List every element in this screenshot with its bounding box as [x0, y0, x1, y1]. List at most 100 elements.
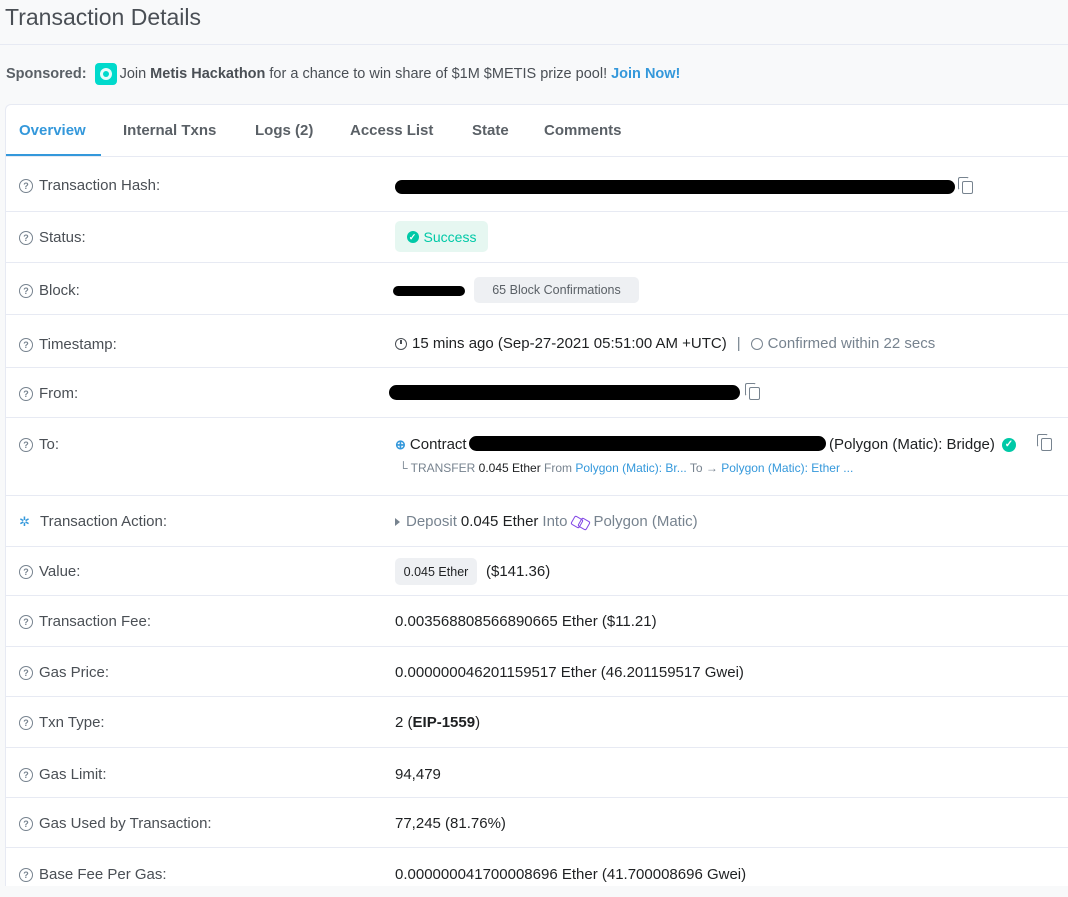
timestamp-value: 15 mins ago (Sep-27-2021 05:51:00 AM +UT…	[412, 335, 727, 352]
transfer-from-link[interactable]: Polygon (Matic): Br...	[575, 461, 686, 475]
active-tab-indicator	[6, 154, 101, 156]
tab-access-list[interactable]: Access List	[350, 122, 433, 139]
status-value: Success	[423, 228, 477, 245]
help-icon[interactable]: ?	[19, 337, 33, 352]
transfer-from-label: From	[544, 461, 573, 475]
value-amount-badge: 0.045 Ether	[395, 558, 477, 585]
gas-price-label: Gas Price:	[39, 664, 110, 681]
clock-icon	[395, 337, 407, 350]
gas-used-value: 77,245 (81.76%)	[395, 815, 506, 832]
row-to: ? To: ⊕ Contract (Polygon (Matic): Bridge…	[6, 417, 1068, 496]
to-address-redacted[interactable]	[469, 436, 826, 451]
join-now-link[interactable]: Join Now!	[611, 66, 680, 82]
row-status: ? Status: ✓ Success	[6, 211, 1068, 263]
action-target: Polygon (Matic)	[593, 513, 698, 530]
transfer-to-label: To →	[689, 461, 718, 475]
help-icon[interactable]: ?	[19, 386, 33, 401]
help-icon[interactable]: ?	[19, 230, 33, 245]
tab-logs[interactable]: Logs (2)	[255, 122, 313, 139]
gas-used-label: Gas Used by Transaction:	[39, 815, 212, 832]
transfer-to-link[interactable]: Polygon (Matic): Ether ...	[721, 461, 853, 475]
row-transaction-fee: ? Transaction Fee: 0.003568808566890665 E…	[6, 595, 1068, 647]
status-label: Status:	[39, 229, 86, 246]
timestamp-label: Timestamp:	[39, 336, 117, 353]
check-circle-icon: ✓	[406, 230, 419, 243]
gas-limit-value: 94,479	[395, 766, 441, 783]
help-icon[interactable]: ?	[19, 715, 33, 730]
base-fee-value: 0.000000041700008696 Ether (41.700008696…	[395, 866, 747, 883]
sponsored-label: Sponsored:	[6, 66, 87, 82]
value-label: Value:	[39, 563, 81, 580]
txn-type-label: Txn Type:	[39, 714, 105, 731]
row-txn-type: ? Txn Type: 2 (EIP-1559)	[6, 696, 1068, 748]
copy-icon[interactable]	[1037, 434, 1052, 451]
lightbulb-icon: ✲	[19, 513, 30, 529]
page-title: Transaction Details	[5, 4, 202, 30]
copy-icon[interactable]	[745, 383, 760, 400]
row-base-fee: ? Base Fee Per Gas: 0.000000041700008696 …	[6, 847, 1068, 897]
verified-icon: ✓	[1001, 437, 1016, 452]
row-value: ? Value: 0.045 Ether ($141.36)	[6, 546, 1068, 596]
help-icon[interactable]: ?	[19, 283, 33, 298]
help-icon[interactable]: ?	[19, 867, 33, 882]
sponsored-banner: Sponsored: Join Metis Hackathon for a ch…	[6, 62, 680, 86]
row-block: ? Block: 65 Block Confirmations	[6, 262, 1068, 315]
help-icon[interactable]: ?	[19, 816, 33, 831]
tab-comments[interactable]: Comments	[544, 122, 622, 139]
action-verb: Deposit	[406, 513, 457, 530]
row-timestamp: ? Timestamp: 15 mins ago (Sep-27-2021 05:…	[6, 314, 1068, 368]
transfer-amount: 0.045 Ether	[478, 461, 541, 475]
help-icon[interactable]: ?	[19, 767, 33, 782]
help-icon[interactable]: ?	[19, 178, 33, 193]
title-divider	[0, 44, 1068, 45]
help-icon[interactable]: ?	[19, 665, 33, 680]
transfer-prefix: └ TRANSFER	[399, 461, 476, 475]
timestamp-separator: |	[736, 335, 741, 352]
row-transaction-action: ✲ Transaction Action: Deposit 0.045 Ether…	[6, 495, 1068, 547]
help-icon[interactable]: ?	[19, 564, 33, 579]
txn-type-prefix: 2 (	[395, 714, 413, 731]
value-usd: ($141.36)	[486, 563, 551, 580]
action-into: Into	[542, 513, 568, 530]
metis-logo-icon	[94, 63, 117, 85]
row-from: ? From:	[6, 367, 1068, 418]
block-confirmations-badge: 65 Block Confirmations	[474, 277, 639, 303]
polygon-logo-icon	[572, 515, 590, 529]
sponsor-text-after: for a chance to win share of $1M $METIS …	[269, 66, 608, 82]
contract-name: (Polygon (Matic): Bridge)	[829, 436, 995, 453]
action-amount: 0.045 Ether	[460, 513, 539, 530]
row-gas-used: ? Gas Used by Transaction: 77,245 (81.76%…	[6, 797, 1068, 848]
copy-icon[interactable]	[958, 177, 973, 194]
status-badge: ✓ Success	[395, 221, 488, 252]
token-transfer-line: └ TRANSFER 0.045 Ether From Polygon (Mat…	[399, 461, 853, 475]
transaction-hash-label: Transaction Hash:	[39, 177, 161, 194]
caret-right-icon[interactable]	[395, 517, 400, 526]
base-fee-label: Base Fee Per Gas:	[39, 866, 167, 883]
transaction-fee-label: Transaction Fee:	[39, 613, 151, 630]
transaction-hash-redacted	[395, 180, 955, 194]
row-gas-limit: ? Gas Limit: 94,479	[6, 747, 1068, 798]
magnifier-icon: ⊕	[395, 436, 406, 452]
confirmed-within: Confirmed within 22 secs	[767, 335, 936, 352]
tab-state[interactable]: State	[472, 122, 509, 139]
block-label: Block:	[39, 282, 80, 299]
transaction-fee-value: 0.003568808566890665 Ether ($11.21)	[395, 613, 657, 630]
transaction-action-label: Transaction Action:	[40, 513, 168, 530]
block-number-redacted[interactable]	[393, 286, 465, 296]
tab-bar: Overview Internal Txns Logs (2) Access L…	[6, 105, 1068, 157]
tab-internal-txns[interactable]: Internal Txns	[123, 122, 216, 139]
txn-type-eip: EIP-1559	[412, 714, 476, 731]
from-label: From:	[39, 385, 79, 402]
sponsor-bold-text: Metis Hackathon	[150, 66, 266, 82]
transaction-card: Overview Internal Txns Logs (2) Access L…	[5, 104, 1068, 886]
to-label: To:	[39, 436, 60, 453]
contract-prefix: Contract	[409, 436, 467, 453]
tab-overview[interactable]: Overview	[19, 122, 86, 139]
from-address-redacted[interactable]	[389, 385, 740, 400]
row-transaction-hash: ? Transaction Hash:	[6, 157, 1068, 212]
timer-icon	[750, 337, 763, 350]
sponsor-text-before: Join	[119, 66, 147, 82]
help-icon[interactable]: ?	[19, 437, 33, 452]
help-icon[interactable]: ?	[19, 614, 33, 629]
row-gas-price: ? Gas Price: 0.000000046201159517 Ether (…	[6, 646, 1068, 697]
